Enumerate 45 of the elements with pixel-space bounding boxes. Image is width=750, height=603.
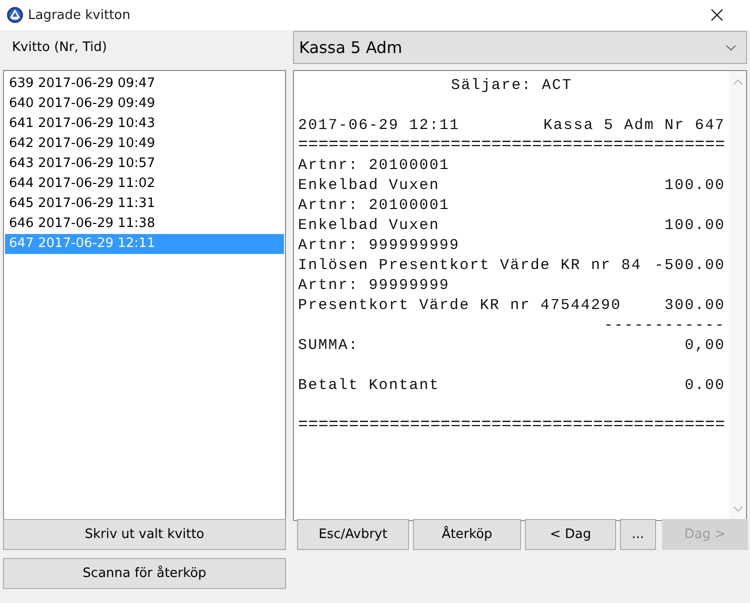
receipt-list-item[interactable]: 645 2017-06-29 11:31 — [5, 194, 284, 214]
chevron-down-icon — [726, 44, 736, 50]
scroll-up-icon[interactable] — [732, 79, 743, 85]
receipt-list-item[interactable]: 640 2017-06-29 09:49 — [5, 94, 284, 114]
receipt-text: Betalt Kontant — [298, 376, 440, 396]
close-icon[interactable] — [711, 9, 723, 21]
receipt-text: 300.00 — [664, 296, 726, 316]
receipt-text: Artnr: 99999999 — [298, 276, 450, 296]
nav-button[interactable]: < Dag — [525, 519, 616, 550]
receipt-text: 100.00 — [664, 216, 726, 236]
receipt-separator: ========================================== — [298, 136, 726, 156]
receipt-text: 100.00 — [664, 176, 726, 196]
scrollbar[interactable] — [729, 71, 746, 520]
window-title: Lagrade kvitton — [28, 8, 130, 22]
receipt-text: 0,00 — [684, 336, 726, 356]
receipt-text: Säljare: ACT — [450, 76, 572, 96]
list-header: Kvitto (Nr, Tid) — [12, 40, 107, 55]
receipt-text: 0.00 — [684, 376, 726, 396]
receipt-list-item[interactable]: 639 2017-06-29 09:47 — [5, 74, 284, 94]
receipt-list-item[interactable]: 644 2017-06-29 11:02 — [5, 174, 284, 194]
scroll-down-icon[interactable] — [732, 506, 743, 512]
receipt-text: Artnr: 999999999 — [298, 236, 460, 256]
receipt-separator: ========================================== — [298, 416, 726, 436]
receipt-text: Inlösen Presentkort Värde KR nr 84 — [298, 256, 642, 276]
receipt-text: 2017-06-29 12:11 — [298, 116, 460, 136]
receipt-list-item[interactable]: 642 2017-06-29 10:49 — [5, 134, 284, 154]
nav-button[interactable]: ... — [620, 519, 656, 550]
receipt-text: SUMMA: — [298, 336, 359, 356]
receipt-list-item[interactable]: 643 2017-06-29 10:57 — [5, 154, 284, 174]
receipt-text: Enkelbad Vuxen — [298, 216, 440, 236]
register-dropdown[interactable]: Kassa 5 Adm — [293, 31, 747, 64]
receipt-list-item[interactable]: 646 2017-06-29 11:38 — [5, 214, 284, 234]
receipt-text: -500.00 — [654, 256, 726, 276]
nav-button[interactable]: Återköp — [413, 519, 521, 550]
receipt-text: Artnr: 20100001 — [298, 156, 450, 176]
scan-button[interactable]: Scanna för återköp — [3, 558, 286, 589]
triangle-logo-icon — [7, 7, 23, 23]
receipt-list-item[interactable]: 641 2017-06-29 10:43 — [5, 114, 284, 134]
receipt-text: Kassa 5 Adm Nr 647 — [543, 116, 726, 136]
nav-button[interactable]: Esc/Avbryt — [297, 519, 409, 550]
receipt-separator: ------------ — [604, 316, 726, 336]
print-button[interactable]: Skriv ut valt kvitto — [3, 519, 286, 550]
receipt-text: Enkelbad Vuxen — [298, 176, 440, 196]
receipt-text: Presentkort Värde KR nr 47544290 — [298, 296, 622, 316]
receipt-text: Artnr: 20100001 — [298, 196, 450, 216]
